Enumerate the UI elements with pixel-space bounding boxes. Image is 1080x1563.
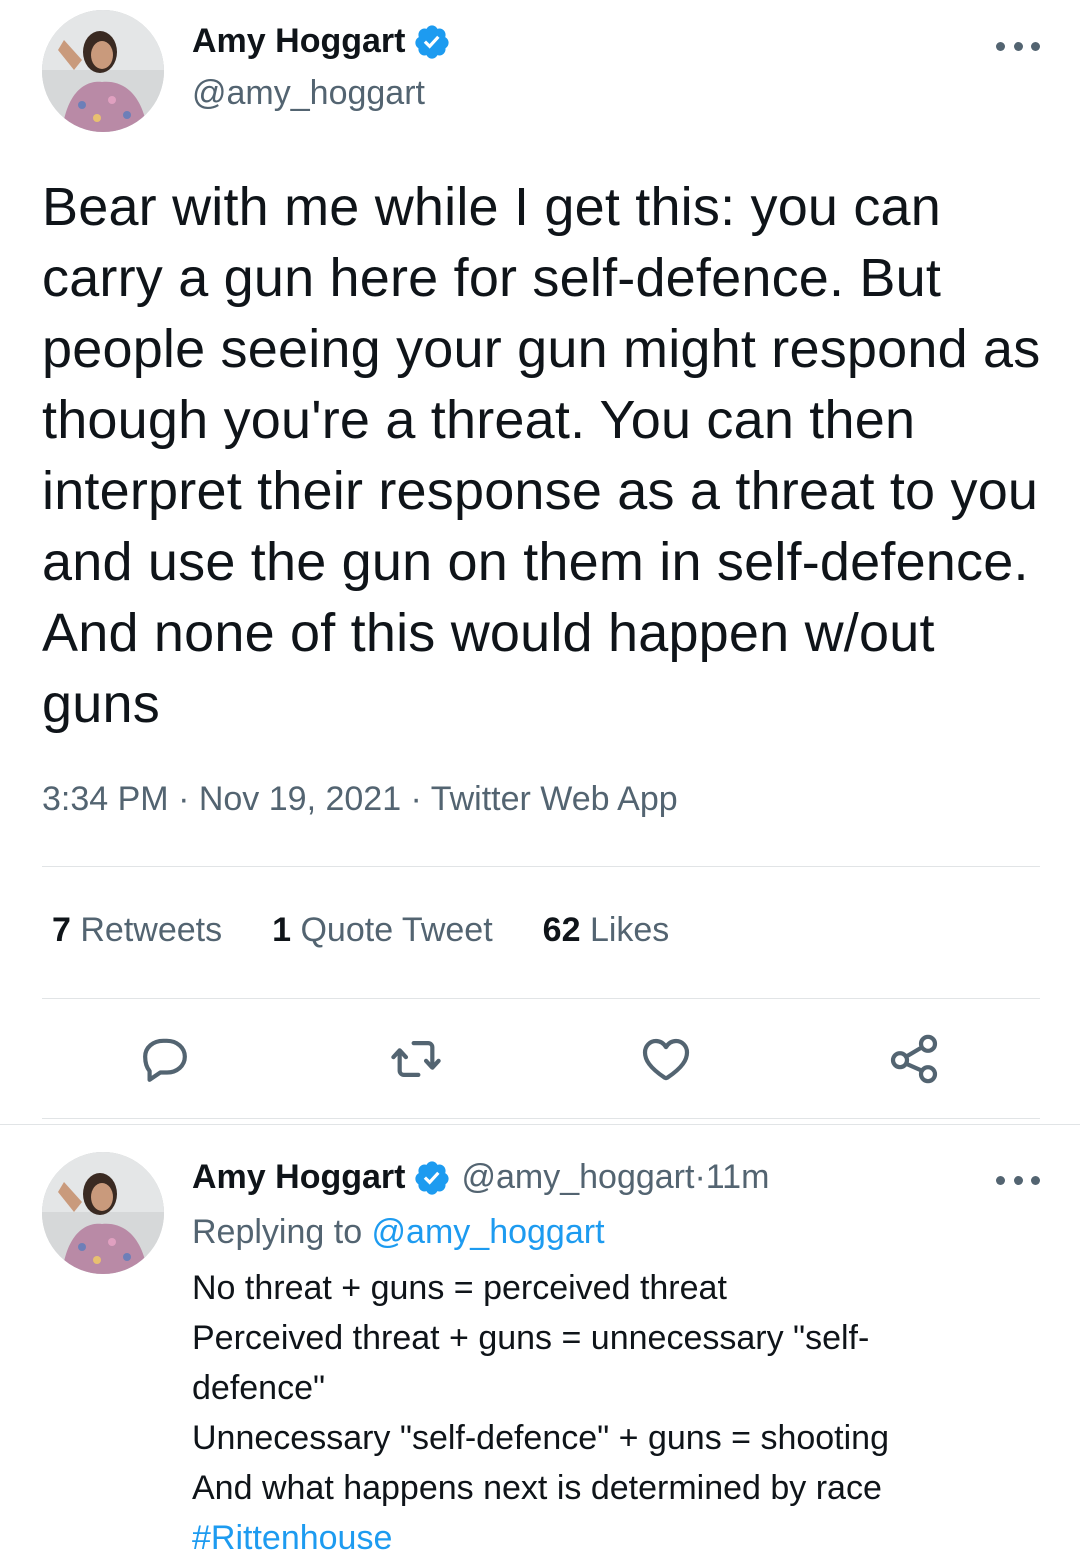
section-divider: [0, 1124, 1080, 1125]
reply-line: Unnecessary "self-defence" + guns = shoo…: [192, 1419, 889, 1457]
divider: [42, 1118, 1040, 1119]
reply-icon[interactable]: [137, 1031, 193, 1087]
author-handle[interactable]: @amy_hoggart: [192, 74, 425, 113]
reply-header: Amy Hoggart @amy_hoggart · 11m: [192, 1158, 769, 1197]
reply-age[interactable]: 11m: [706, 1158, 770, 1197]
reply-line: No threat + guns = perceived threat: [192, 1269, 727, 1307]
reply-line: Perceived threat + guns = unnecessary "s…: [192, 1319, 870, 1407]
reply-line: And what happens next is determined by r…: [192, 1469, 882, 1507]
meta-separator: ·: [168, 780, 199, 818]
divider: [42, 998, 1040, 999]
reply-author-handle[interactable]: @amy_hoggart: [461, 1158, 694, 1197]
reply-text: No threat + guns = perceived threat Perc…: [192, 1263, 992, 1563]
verified-badge-icon: [413, 23, 451, 61]
meta-separator: ·: [694, 1158, 706, 1196]
engagement-stats: 7 Retweets 1 Quote Tweet 62 Likes: [52, 911, 719, 950]
share-icon[interactable]: [886, 1031, 942, 1087]
retweet-icon[interactable]: [388, 1031, 444, 1087]
hashtag-link[interactable]: #Rittenhouse: [192, 1513, 992, 1563]
reply-author-name[interactable]: Amy Hoggart: [192, 1158, 405, 1197]
replying-to-handle[interactable]: @amy_hoggart: [372, 1213, 605, 1251]
more-options-icon[interactable]: [996, 36, 1040, 56]
tweet-source[interactable]: Twitter Web App: [431, 780, 678, 818]
quote-tweets-stat[interactable]: 1 Quote Tweet: [272, 911, 493, 950]
likes-stat[interactable]: 62 Likes: [543, 911, 670, 950]
author-avatar[interactable]: [42, 10, 164, 132]
author-name[interactable]: Amy Hoggart: [192, 22, 405, 61]
verified-badge-icon: [413, 1159, 451, 1197]
reply-author-avatar[interactable]: [42, 1152, 164, 1274]
replying-to: Replying to @amy_hoggart: [192, 1213, 605, 1252]
tweet-time[interactable]: 3:34 PM: [42, 780, 169, 818]
retweets-stat[interactable]: 7 Retweets: [52, 911, 222, 950]
tweet-date[interactable]: Nov 19, 2021: [199, 780, 401, 818]
divider: [42, 866, 1040, 867]
tweet-meta: 3:34 PM · Nov 19, 2021 · Twitter Web App: [42, 780, 678, 819]
tweet-text: Bear with me while I get this: you can c…: [42, 177, 1041, 734]
replying-to-label: Replying to: [192, 1213, 372, 1251]
author-name-line: Amy Hoggart: [192, 22, 451, 61]
more-options-icon[interactable]: [996, 1170, 1040, 1190]
heart-icon[interactable]: [638, 1031, 694, 1087]
meta-separator: ·: [401, 780, 431, 818]
